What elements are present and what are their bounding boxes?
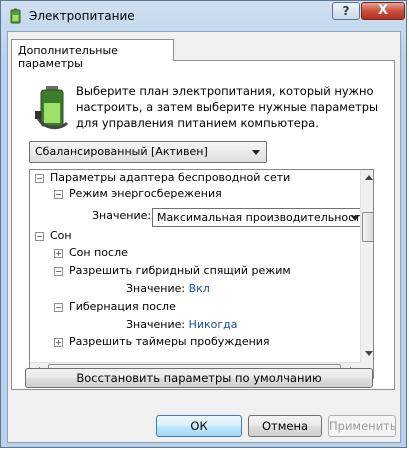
scroll-down-arrow-icon[interactable] [365,351,373,356]
tree-item-power-saving-mode[interactable]: − Режим энергосбережения [32,186,222,202]
power-saving-mode-value: Максимальная производительность [157,211,364,224]
battery-icon [35,86,69,130]
collapse-icon[interactable]: − [54,303,63,312]
power-icon [10,8,21,24]
cancel-button[interactable]: Отмена [248,415,322,437]
hibernate-value-link[interactable]: Никогда [189,318,238,331]
power-saving-mode-select[interactable]: Максимальная производительность [152,208,364,227]
vertical-scroll-thumb[interactable] [362,212,373,242]
expand-icon[interactable]: + [54,249,63,258]
apply-button[interactable]: Применить [328,415,397,437]
title-bar[interactable]: Электропитание ? X [1,1,406,31]
tree-item-wireless-adapter[interactable]: − Параметры адаптера беспроводной сети [32,170,290,186]
ok-button[interactable]: ОК [156,415,242,437]
scroll-up-arrow-icon[interactable] [365,175,373,180]
collapse-icon[interactable]: − [35,232,44,241]
tree-item-hibernate-after[interactable]: − Гибернация после [32,299,176,315]
tree-item-label: Гибернация после [69,300,176,313]
hybrid-sleep-value-link[interactable]: Вкл [189,282,210,295]
tree-item-label: Режим энергосбережения [69,187,222,200]
description-text: Выберите план электропитания, который ну… [76,84,379,130]
tree-item-label: Параметры адаптера беспроводной сети [50,171,291,184]
tree-item-value-label: Значение: [92,209,152,222]
tab-advanced-settings[interactable]: Дополнительные параметры [11,39,174,70]
tree-item-hibernate-value[interactable]: Значение: Никогда [32,317,238,333]
power-plan-value: Сбалансированный [Активен] [35,145,208,158]
window-title: Электропитание [29,9,135,23]
power-options-dialog: Электропитание ? X Дополнительные параме… [0,0,407,448]
tree-item-sleep-after[interactable]: + Сон после [32,245,128,261]
tab-panel: Выберите план электропитания, который ну… [11,60,395,390]
vertical-scrollbar[interactable] [360,170,373,362]
tree-item-label: Разрешить таймеры пробуждения [69,335,270,348]
help-button[interactable]: ? [332,2,360,20]
collapse-icon[interactable]: − [54,267,63,276]
tree-item-label: Сон [50,229,72,242]
settings-tree[interactable]: − Параметры адаптера беспроводной сети −… [29,169,374,379]
close-button[interactable]: X [361,2,405,20]
expand-icon[interactable]: + [54,338,63,347]
collapse-icon[interactable]: − [35,174,44,183]
tree-item-hybrid-sleep[interactable]: − Разрешить гибридный спящий режим [32,263,291,279]
restore-defaults-button[interactable]: Восстановить параметры по умолчанию [25,368,373,388]
tree-item-hybrid-sleep-value[interactable]: Значение: Вкл [32,281,210,297]
chevron-down-icon [252,150,260,155]
tree-item-label: Разрешить гибридный спящий режим [69,264,291,277]
collapse-icon[interactable]: − [54,190,63,199]
power-plan-select[interactable]: Сбалансированный [Активен] [29,141,267,163]
dialog-client-area: Дополнительные параметры Выберите план э… [7,31,401,443]
tree-item-wake-timers[interactable]: + Разрешить таймеры пробуждения [32,334,270,350]
chevron-down-icon [351,216,359,221]
tree-item-sleep[interactable]: − Сон [32,228,72,244]
tree-item-label: Сон после [69,246,128,259]
